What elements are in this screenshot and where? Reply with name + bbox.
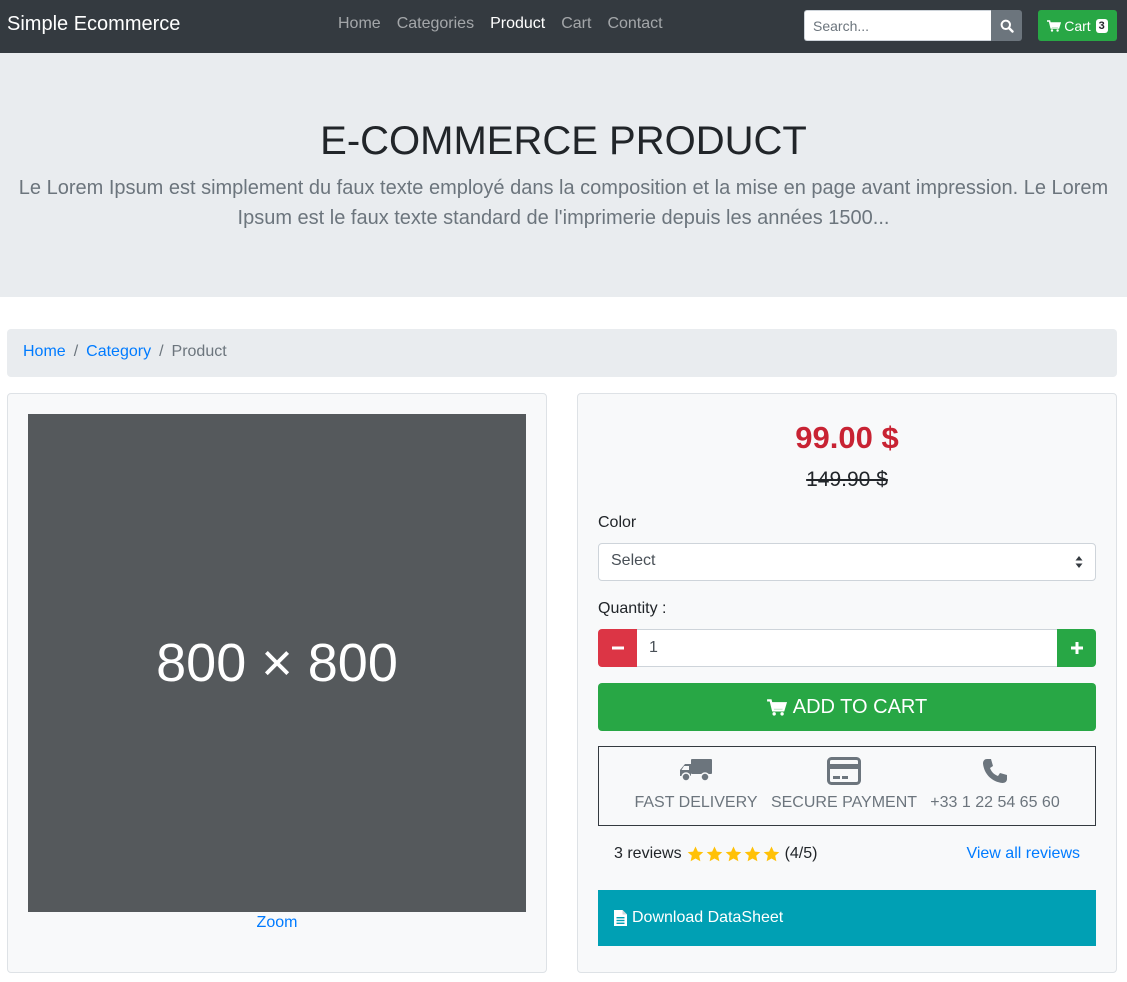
product-image-card: 800 × 800 Zoom xyxy=(7,393,547,973)
star-icon xyxy=(706,846,722,862)
breadcrumb-home[interactable]: Home xyxy=(23,343,66,360)
nav-contact[interactable]: Contact xyxy=(607,15,662,33)
file-icon xyxy=(614,910,627,926)
breadcrumb-current: Product xyxy=(171,343,227,360)
minus-icon xyxy=(611,646,624,650)
navbar: Simple Ecommerce Home Categories Product… xyxy=(0,0,1127,53)
hero-banner: E-COMMERCE PRODUCT Le Lorem Ipsum est si… xyxy=(0,53,1127,297)
credit-card-icon xyxy=(827,757,861,785)
feature-label: +33 1 22 54 65 60 xyxy=(930,794,1060,811)
search-input[interactable] xyxy=(804,10,991,41)
features-box: FAST DELIVERY SECURE PAYMENT +33 1 22 54… xyxy=(598,746,1096,826)
truck-icon xyxy=(680,759,712,782)
quantity-input[interactable] xyxy=(637,629,1057,667)
rating-stars xyxy=(687,846,780,862)
old-price: 149.90 $ xyxy=(806,468,888,491)
add-to-cart-label: ADD TO CART xyxy=(792,695,928,718)
brand-logo[interactable]: Simple Ecommerce xyxy=(7,13,180,36)
page-title: E-COMMERCE PRODUCT xyxy=(320,119,807,163)
feature-secure-payment: SECURE PAYMENT xyxy=(769,747,919,825)
add-to-cart-button[interactable]: ADD TO CART xyxy=(598,683,1096,731)
reviews-count: 3 reviews xyxy=(614,845,682,862)
star-icon xyxy=(687,846,703,862)
product-image[interactable]: 800 × 800 xyxy=(28,414,526,912)
breadcrumb-separator: / xyxy=(159,343,164,360)
download-label: Download DataSheet xyxy=(632,909,784,926)
select-arrows-icon xyxy=(1075,556,1083,568)
product-detail-card: 99.00 $ 149.90 $ Color Select Quantity : xyxy=(577,393,1117,973)
feature-label: FAST DELIVERY xyxy=(634,794,758,811)
quantity-stepper xyxy=(598,629,1096,667)
current-price: 99.00 $ xyxy=(795,420,899,455)
feature-fast-delivery: FAST DELIVERY xyxy=(631,747,761,825)
feature-label: SECURE PAYMENT xyxy=(770,794,918,811)
feature-phone: +33 1 22 54 65 60 xyxy=(925,747,1065,825)
cart-label: Cart xyxy=(1064,17,1091,34)
cart-count-badge: 3 xyxy=(1095,18,1108,33)
cart-button[interactable]: Cart 3 xyxy=(1038,10,1117,41)
breadcrumb: Home / Category / Product xyxy=(7,329,1117,377)
search-button[interactable] xyxy=(991,10,1022,41)
star-icon xyxy=(725,846,741,862)
quantity-increase-button[interactable] xyxy=(1057,629,1096,667)
nav-categories[interactable]: Categories xyxy=(397,15,474,33)
view-all-reviews-link[interactable]: View all reviews xyxy=(966,845,1080,863)
quantity-label: Quantity : xyxy=(598,600,667,617)
nav-home[interactable]: Home xyxy=(338,15,381,33)
search-icon xyxy=(1000,19,1014,33)
star-icon xyxy=(744,846,760,862)
plus-icon xyxy=(1070,642,1083,654)
shopping-cart-icon xyxy=(766,698,787,716)
phone-icon xyxy=(983,759,1007,783)
quantity-decrease-button[interactable] xyxy=(598,629,637,667)
nav-product[interactable]: Product xyxy=(490,15,545,33)
color-select[interactable]: Select xyxy=(598,543,1096,581)
search-form xyxy=(804,10,1022,41)
hero-description: Le Lorem Ipsum est simplement du faux te… xyxy=(18,177,1109,229)
nav-cart[interactable]: Cart xyxy=(561,15,591,33)
star-icon xyxy=(763,846,779,862)
color-select-value: Select xyxy=(611,552,656,569)
reviews-summary: 3 reviews (4/5) xyxy=(614,845,817,863)
breadcrumb-separator: / xyxy=(73,343,79,360)
shopping-cart-icon xyxy=(1047,19,1062,32)
zoom-link[interactable]: Zoom xyxy=(8,914,546,932)
download-datasheet-button[interactable]: Download DataSheet xyxy=(598,890,1096,946)
color-label: Color xyxy=(598,514,637,531)
breadcrumb-category[interactable]: Category xyxy=(86,343,151,360)
main-nav: Home Categories Product Cart Contact xyxy=(338,15,663,33)
rating-text: (4/5) xyxy=(784,845,818,862)
